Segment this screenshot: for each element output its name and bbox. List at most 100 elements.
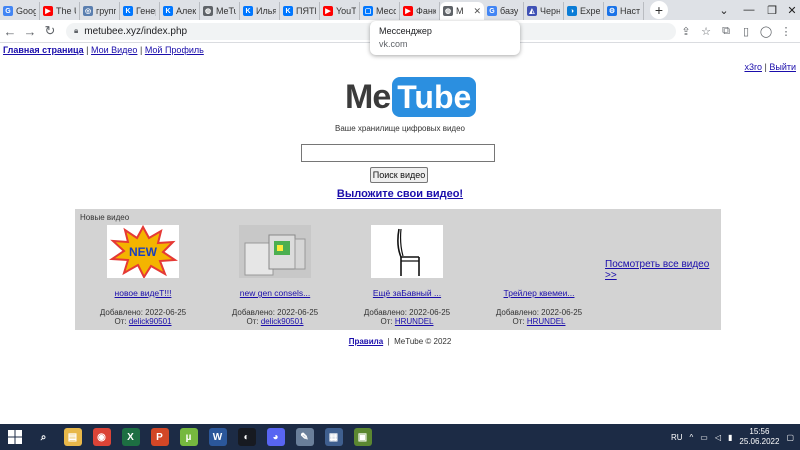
close-tab-icon[interactable]: ✕ (473, 6, 481, 17)
search-icon: ⌕ (34, 428, 53, 446)
video-author-link[interactable]: delick90501 (129, 317, 172, 326)
video-author-link[interactable]: HRUNDEL (527, 317, 566, 326)
tab-label: Наст (620, 6, 640, 16)
video-thumbnail-empty[interactable] (503, 225, 575, 278)
video-title-link[interactable]: Ещё заБавный ... (341, 288, 473, 298)
chrome-icon: ◉ (92, 428, 111, 446)
browser-tab[interactable]: KПЯТЁ (280, 2, 320, 20)
profile-icon[interactable]: ◯ (756, 25, 776, 38)
tab-label: Фанк (416, 6, 436, 16)
video-thumbnail-chair[interactable] (371, 225, 443, 278)
taskbar-app[interactable]: ⌕ (29, 424, 58, 450)
new-videos-caption: Новые видео (80, 213, 130, 222)
video-title-link[interactable]: new gen consels... (209, 288, 341, 298)
nav-home-link[interactable]: Главная страница (3, 45, 84, 55)
nav-my-videos-link[interactable]: Мои Видео (91, 45, 137, 55)
taskbar-app[interactable]: ✎ (290, 424, 319, 450)
browser-tab[interactable]: ◍MeTu (200, 2, 240, 20)
taskbar-app[interactable]: ▣ (348, 424, 377, 450)
video-author-link[interactable]: HRUNDEL (395, 317, 434, 326)
logout-link[interactable]: Выйти (769, 62, 796, 72)
notifications-icon[interactable]: ▢ (786, 433, 794, 442)
video-thumbnail-console[interactable] (239, 225, 311, 278)
browser-tab[interactable]: ⚙ Наст (604, 2, 644, 20)
volume-icon[interactable]: ◁ (715, 433, 721, 442)
gear-icon: ⚙ (607, 6, 617, 16)
tab-label: Exper (580, 6, 600, 16)
browser-tab[interactable]: KГенер (120, 2, 160, 20)
taskbar-app[interactable]: ▦ (319, 424, 348, 450)
video-author-label: От: (114, 317, 127, 326)
browser-tab[interactable]: ▢ Месс (360, 2, 400, 20)
taskbar-app[interactable]: X (116, 424, 145, 450)
reload-icon[interactable]: ↻ (40, 23, 60, 39)
new-videos-panel: Новые видео NEW новое видеТ!!! Добавлено… (75, 209, 721, 330)
tray-chevron-icon[interactable]: ^ (690, 433, 694, 442)
youtube-icon: ▶ (403, 6, 413, 16)
browser-tab[interactable]: K Алек (160, 2, 200, 20)
extension-icon[interactable]: ⧉ (716, 25, 736, 38)
metube-logo[interactable]: Me Tube (345, 76, 477, 118)
tab-label: The U (56, 6, 76, 16)
tab-search-icon[interactable]: ⌄ (710, 0, 738, 20)
taskbar-app[interactable]: µ (174, 424, 203, 450)
side-panel-icon[interactable]: ▯ (736, 25, 756, 38)
taskbar-app[interactable]: W (203, 424, 232, 450)
browser-tab[interactable]: K Илья (240, 2, 280, 20)
browser-tab[interactable]: ◎групп (80, 2, 120, 20)
rules-link[interactable]: Правила (349, 337, 383, 346)
chart-icon: ◭ (527, 6, 537, 16)
video-thumbnail-new-badge[interactable]: NEW (107, 225, 179, 278)
edge-icon: ◑ (567, 6, 577, 16)
search-input[interactable] (301, 144, 495, 162)
site-nav: Главная страница | Мои Видео | Мой Профи… (3, 45, 204, 55)
network-icon[interactable]: ▭ (700, 433, 708, 442)
youtube-icon: ▶ (323, 6, 333, 16)
tab-label: M (456, 6, 464, 16)
taskbar-app[interactable]: ▤ (58, 424, 87, 450)
browser-tab[interactable]: ◭ Черн (524, 2, 564, 20)
video-author-link[interactable]: delick90501 (261, 317, 304, 326)
taskbar-app[interactable]: ◕ (261, 424, 290, 450)
browser-tab[interactable]: ▶The U (40, 2, 80, 20)
start-button[interactable] (0, 424, 29, 450)
video-title-link[interactable]: новое видеТ!!! (77, 288, 209, 298)
see-all-videos-link[interactable]: Посмотреть все видео >> (605, 259, 721, 281)
tab-label: Goog (16, 6, 36, 16)
browser-tab[interactable]: G Goog (0, 2, 40, 20)
clock[interactable]: 15:56 25.06.2022 (739, 427, 779, 447)
video-title-link[interactable]: Трейлер квемеи... (473, 288, 605, 298)
nav-my-profile-link[interactable]: Мой Профиль (145, 45, 204, 55)
browser-tab[interactable]: ◑Exper (564, 2, 604, 20)
messenger-icon: ▢ (363, 6, 373, 16)
logo-me-text: Me (345, 77, 391, 116)
tab-label: Генер (136, 6, 156, 16)
taskbar-app[interactable]: ◉ (87, 424, 116, 450)
browser-tab[interactable]: ◍ M ✕ (440, 2, 484, 20)
battery-icon[interactable]: ▮ (728, 433, 732, 442)
upload-video-link[interactable]: Выложите свои видео! (337, 188, 463, 200)
new-tab-button[interactable]: + (650, 1, 668, 19)
bookmark-star-icon[interactable]: ☆ (696, 25, 716, 38)
search-button[interactable]: Поиск видео (370, 167, 428, 183)
taskbar-app[interactable]: ◐ (232, 424, 261, 450)
browser-tab[interactable]: ▶ Фанк (400, 2, 440, 20)
taskbar-app[interactable]: P (145, 424, 174, 450)
language-indicator[interactable]: RU (671, 433, 683, 442)
copyright-text: MeTube © 2022 (394, 337, 452, 346)
logo-tube-text: Tube (392, 77, 477, 117)
back-icon[interactable]: ← (0, 24, 20, 39)
forward-icon[interactable]: → (20, 24, 40, 39)
browser-tab[interactable]: ▶YouTu (320, 2, 360, 20)
user-box: x3ro | Выйти (744, 62, 796, 72)
tab-label: Месс (376, 6, 396, 16)
video-card: NEW новое видеТ!!! Добавлено: 2022-06-25… (77, 225, 209, 326)
system-tray: RU ^ ▭ ◁ ▮ 15:56 25.06.2022 ▢ (671, 424, 794, 450)
menu-icon[interactable]: ⋮ (776, 25, 796, 38)
video-date: Добавлено: 2022-06-25 (363, 308, 451, 317)
share-icon[interactable]: ⇪ (676, 25, 696, 38)
tooltip-title: Мессенджер (379, 26, 432, 36)
browser-tab[interactable]: Gбазу (484, 2, 524, 20)
close-window-icon[interactable]: ✕ (778, 0, 800, 20)
username-link[interactable]: x3ro (744, 62, 762, 72)
